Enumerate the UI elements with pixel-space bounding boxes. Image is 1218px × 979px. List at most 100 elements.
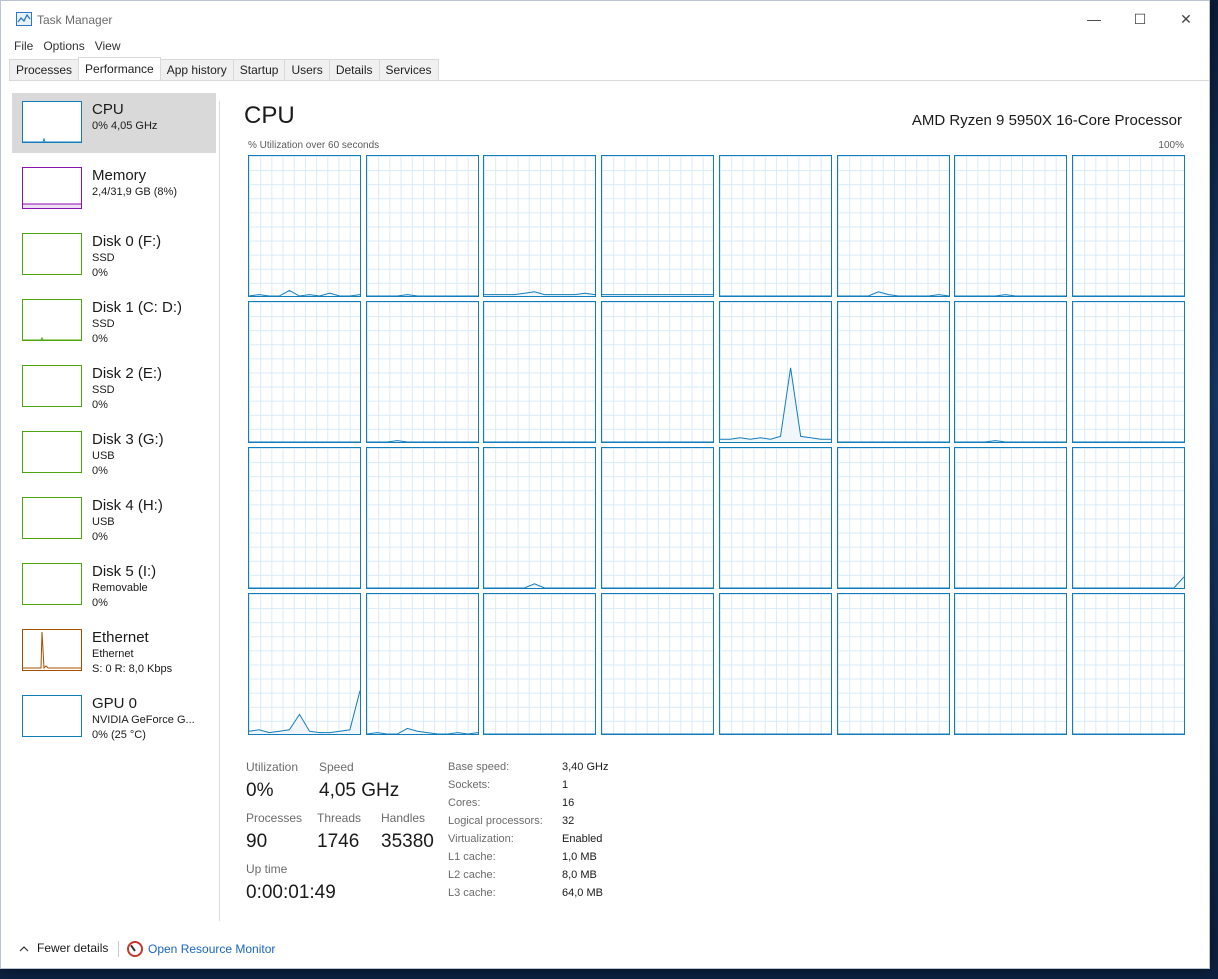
utilization-chart: [249, 441, 360, 442]
sidebar-item-disk-1[interactable]: Disk 1 (C: D:) SSD 0%: [12, 291, 216, 351]
tab-app-history[interactable]: App history: [159, 59, 234, 80]
threads-label: Threads: [317, 811, 362, 825]
logical-processor-graph: [365, 593, 479, 735]
chart-axis-max: 100%: [1158, 140, 1184, 151]
utilization-chart: [366, 294, 478, 296]
logical-processor-graph: [483, 301, 597, 443]
utilization-chart: [837, 291, 949, 296]
utilization-chart: [366, 440, 478, 442]
sidebar-item-type: NVIDIA GeForce G...: [92, 714, 195, 726]
utilization-value: 0%: [246, 780, 274, 801]
title-bar[interactable]: Task Manager — ☐ ✕: [1, 1, 1209, 37]
task-manager-window: Task Manager — ☐ ✕ File Options View Pro…: [0, 0, 1210, 969]
spec-label: Logical processors:: [448, 815, 543, 827]
spec-value: 1: [562, 779, 569, 791]
utilization-chart: [249, 289, 360, 296]
logical-processor-graph: [483, 155, 597, 297]
logical-processor-graph: [365, 447, 479, 589]
logical-processor-graph: [248, 593, 361, 735]
disk-thumbnail: [22, 365, 82, 407]
sidebar-item-disk-2[interactable]: Disk 2 (E:) SSD 0%: [12, 357, 216, 417]
minimize-button[interactable]: —: [1071, 1, 1117, 37]
utilization-chart: [955, 294, 1067, 296]
logical-processor-graph: [1071, 301, 1185, 443]
utilization-chart: [602, 587, 714, 588]
sidebar-item-disk-5[interactable]: Disk 5 (I:) Removable 0%: [12, 555, 216, 615]
sidebar-item-type: USB: [92, 450, 115, 462]
tab-processes[interactable]: Processes: [9, 59, 80, 80]
sidebar-item-type: SSD: [92, 318, 115, 330]
tab-users[interactable]: Users: [284, 59, 330, 80]
uptime-label: Up time: [246, 862, 288, 876]
utilization-chart: [955, 440, 1067, 442]
sidebar-item-detail: 0%: [92, 399, 108, 411]
logical-processor-graph: [601, 447, 715, 589]
sidebar-item-detail: 0%: [92, 531, 108, 543]
sidebar-item-detail: S: 0 R: 8,0 Kbps: [92, 663, 173, 675]
fewer-details-button[interactable]: Fewer details: [19, 941, 108, 955]
close-button[interactable]: ✕: [1163, 1, 1209, 37]
utilization-chart: [602, 441, 714, 442]
menu-options[interactable]: Options: [38, 38, 89, 54]
utilization-line: [955, 440, 1067, 442]
logical-processor-graph: [954, 301, 1068, 443]
tab-performance[interactable]: Performance: [78, 57, 161, 80]
chevron-up-icon: [19, 945, 29, 951]
sidebar-item-ethernet[interactable]: Ethernet Ethernet S: 0 R: 8,0 Kbps: [12, 621, 216, 681]
menu-file[interactable]: File: [9, 38, 38, 54]
sidebar-item-label: Disk 0 (F:): [92, 233, 162, 250]
utilization-chart: [1072, 441, 1184, 442]
memory-thumbnail: [22, 167, 82, 209]
uptime-value: 0:00:01:49: [246, 882, 336, 903]
sidebar-item-disk-0[interactable]: Disk 0 (F:) SSD 0%: [12, 225, 216, 285]
utilization-chart: [719, 587, 831, 588]
logical-processor-graph: [1071, 155, 1185, 297]
utilization-line: [366, 294, 478, 296]
spec-value: 8,0 MB: [562, 869, 597, 881]
logical-processor-graph: [1071, 447, 1185, 589]
ethernet-thumbnail: [22, 629, 82, 671]
footer-divider: [118, 941, 119, 957]
sidebar-divider: [219, 101, 220, 921]
logical-processor-graph: [718, 301, 832, 443]
tab-details[interactable]: Details: [328, 59, 380, 80]
processor-model: AMD Ryzen 9 5950X 16-Core Processor: [911, 112, 1182, 129]
maximize-icon: ☐: [1133, 10, 1147, 27]
disk-thumbnail: [22, 299, 82, 341]
logical-processor-graph: [1071, 593, 1185, 735]
utilization-chart: [955, 733, 1067, 734]
sidebar-item-label: Disk 2 (E:): [92, 365, 163, 382]
menu-view[interactable]: View: [90, 38, 126, 54]
speed-label: Speed: [319, 760, 354, 774]
sidebar-item-label: Memory: [92, 167, 147, 184]
cpu-thumbnail: [22, 101, 82, 143]
tab-bar: Processes Performance App history Startu…: [9, 57, 1209, 81]
spec-label: L2 cache:: [448, 869, 496, 881]
spec-label: Base speed:: [448, 761, 510, 773]
speed-value: 4,05 GHz: [319, 780, 400, 801]
sidebar-item-memory[interactable]: Memory 2,4/31,9 GB (8%): [12, 159, 216, 219]
utilization-label: Utilization: [246, 760, 299, 774]
sidebar-item-disk-4[interactable]: Disk 4 (H:) USB 0%: [12, 489, 216, 549]
utilization-chart: [484, 291, 596, 296]
maximize-button[interactable]: ☐: [1117, 1, 1163, 37]
logical-processor-graph: [954, 155, 1068, 297]
logical-processor-graph: [365, 301, 479, 443]
threads-value: 1746: [317, 831, 360, 852]
performance-sidebar: CPU 0% 4,05 GHz Memory 2,4/31,9 GB (8%) …: [12, 93, 216, 753]
sidebar-item-cpu[interactable]: CPU 0% 4,05 GHz: [12, 93, 216, 153]
spec-value: 3,40 GHz: [562, 761, 609, 773]
disk-thumbnail: [22, 563, 82, 605]
utilization-chart: [955, 587, 1067, 588]
close-icon: ✕: [1180, 10, 1192, 27]
sidebar-item-gpu-0[interactable]: GPU 0 NVIDIA GeForce G... 0% (25 °C): [12, 687, 216, 747]
sidebar-item-disk-3[interactable]: Disk 3 (G:) USB 0%: [12, 423, 216, 483]
utilization-chart: [837, 733, 949, 734]
sidebar-item-label: Ethernet: [92, 629, 149, 646]
utilization-line: [366, 440, 478, 442]
open-resource-monitor-link[interactable]: Open Resource Monitor: [148, 942, 275, 956]
tab-services[interactable]: Services: [378, 59, 439, 80]
tab-startup[interactable]: Startup: [232, 59, 286, 80]
logical-processor-graph: [718, 447, 832, 589]
logical-processor-graph: [248, 301, 361, 443]
